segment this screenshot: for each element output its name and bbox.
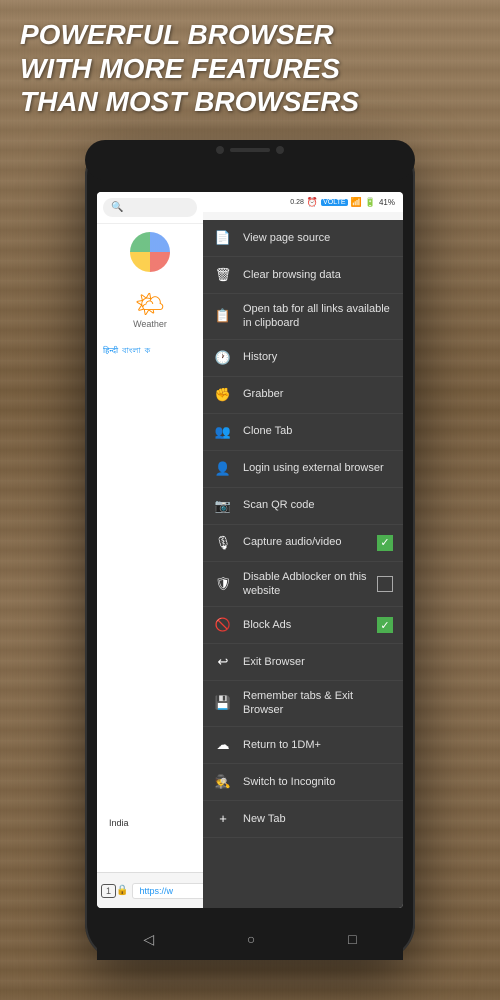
hindi-link[interactable]: हिन्दी [103,345,118,358]
hero-line2: with more features [20,53,340,84]
menu-checkbox-block-ads[interactable]: ✓ [377,617,393,633]
menu-checkbox-capture-audio[interactable]: ✓ [377,535,393,551]
menu-item-exit-browser[interactable]: ↩ Exit Browser [203,644,403,681]
menu-item-external-browser[interactable]: 👤 Login using external browser [203,451,403,488]
menu-label-grabber: Grabber [243,387,393,401]
menu-icon-clipboard-tabs: 📋 [213,306,233,326]
menu-label-external-browser: Login using external browser [243,461,393,475]
android-home-btn[interactable]: ○ [247,931,255,947]
menu-item-remember-tabs[interactable]: 💾 Remember tabs & Exit Browser [203,681,403,727]
alarm-icon: ⏰ [307,197,318,208]
menu-label-view-source: View page source [243,231,393,245]
menu-label-switch-incognito: Switch to Incognito [243,775,393,789]
search-area: 🔍 [97,192,203,224]
menu-item-new-tab[interactable]: + New Tab [203,801,403,838]
android-nav-bar: ◁ ○ □ [97,918,403,960]
phone-frame: 8:56 0.28 ⏰ VOLTE 📶 🔋 41% ☰ ALL IMAG 🔍 [85,140,415,960]
menu-label-new-tab: New Tab [243,812,393,826]
phone-camera2 [276,146,284,154]
menu-icon-return-1dm: ☁ [213,735,233,755]
url-text: https://w [139,886,173,896]
bangla-link[interactable]: বাংলা [122,345,141,358]
android-recent-btn[interactable]: □ [348,931,356,947]
menu-label-clear-data: Clear browsing data [243,268,393,282]
context-menu: 📄 View page source 🗑 Clear browsing data 📋 Op… [203,220,403,908]
battery-percent: 41% [379,198,395,207]
menu-item-clipboard-tabs[interactable]: 📋 Open tab for all links available in cli… [203,294,403,340]
wifi-icon: 📶 [351,197,362,208]
other-link[interactable]: ক [145,345,151,358]
menu-label-exit-browser: Exit Browser [243,655,393,669]
phone-camera [216,146,224,154]
android-back-btn[interactable]: ◁ [143,931,154,948]
menu-icon-new-tab: + [213,809,233,829]
menu-icon-remember-tabs: 💾 [213,693,233,713]
menu-item-grabber[interactable]: ✊ Grabber [203,377,403,414]
hero-line1: Powerful Browser [20,19,334,50]
menu-checkbox-disable-adblocker[interactable] [377,576,393,592]
menu-icon-exit-browser: ↩ [213,652,233,672]
menu-item-return-1dm[interactable]: ☁ Return to 1DM+ [203,727,403,764]
google-logo [130,232,170,272]
menu-item-block-ads[interactable]: 🚫 Block Ads ✓ [203,607,403,644]
menu-icon-history: 🕐 [213,348,233,368]
lock-icon: 🔒 [116,885,128,896]
language-links: हिन्दी বাংলা ক [97,339,203,364]
phone-bottom [85,160,415,180]
menu-label-disable-adblocker: Disable Adblocker on this website [243,570,367,599]
menu-label-block-ads: Block Ads [243,618,367,632]
status-icons: 0.28 ⏰ VOLTE 📶 🔋 41% [290,197,395,208]
search-icon: 🔍 [111,202,123,213]
menu-item-view-source[interactable]: 📄 View page source [203,220,403,257]
menu-icon-scan-qr: 📷 [213,496,233,516]
menu-item-clone-tab[interactable]: 👥 Clone Tab [203,414,403,451]
menu-item-history[interactable]: 🕐 History [203,340,403,377]
menu-label-return-1dm: Return to 1DM+ [243,738,393,752]
search-box[interactable]: 🔍 [103,198,197,217]
menu-label-capture-audio: Capture audio/video [243,535,367,549]
phone-speaker [230,148,270,152]
phone-top-bar [85,140,415,160]
menu-icon-clone-tab: 👥 [213,422,233,442]
menu-label-scan-qr: Scan QR code [243,498,393,512]
menu-item-scan-qr[interactable]: 📷 Scan QR code [203,488,403,525]
menu-item-capture-audio[interactable]: 🎙 Capture audio/video ✓ [203,525,403,562]
menu-icon-external-browser: 👤 [213,459,233,479]
weather-widget: 🌤 Weather [97,280,203,339]
browser-left-panel: 🔍 🌤 Weather हिन्दी বাংলা ক [97,192,203,908]
weather-label: Weather [133,319,167,329]
battery-icon: 🔋 [365,197,376,208]
menu-item-clear-data[interactable]: 🗑 Clear browsing data [203,257,403,294]
menu-icon-grabber: ✊ [213,385,233,405]
hero-section: Powerful Browser with more features than… [20,18,480,119]
menu-icon-view-source: 📄 [213,228,233,248]
weather-icon: 🌤 [135,290,165,319]
india-text: India [109,818,129,828]
menu-icon-switch-incognito: 🕵 [213,772,233,792]
menu-label-clipboard-tabs: Open tab for all links available in clip… [243,302,393,331]
menu-item-disable-adblocker[interactable]: 🛡 Disable Adblocker on this website [203,562,403,608]
volte-badge: VOLTE [321,199,347,206]
hero-line3: than most browsers [20,86,359,117]
menu-icon-capture-audio: 🎙 [213,533,233,553]
menu-icon-clear-data: 🗑 [213,265,233,285]
data-speed-icon: 0.28 [290,199,304,206]
menu-label-clone-tab: Clone Tab [243,424,393,438]
menu-label-remember-tabs: Remember tabs & Exit Browser [243,689,393,718]
menu-icon-block-ads: 🚫 [213,615,233,635]
phone-screen: 8:56 0.28 ⏰ VOLTE 📶 🔋 41% ☰ ALL IMAG 🔍 [97,192,403,908]
menu-item-switch-incognito[interactable]: 🕵 Switch to Incognito [203,764,403,801]
tab-count-badge[interactable]: 1 [101,884,116,898]
menu-label-history: History [243,350,393,364]
google-logo-area [97,224,203,280]
menu-icon-disable-adblocker: 🛡 [213,574,233,594]
